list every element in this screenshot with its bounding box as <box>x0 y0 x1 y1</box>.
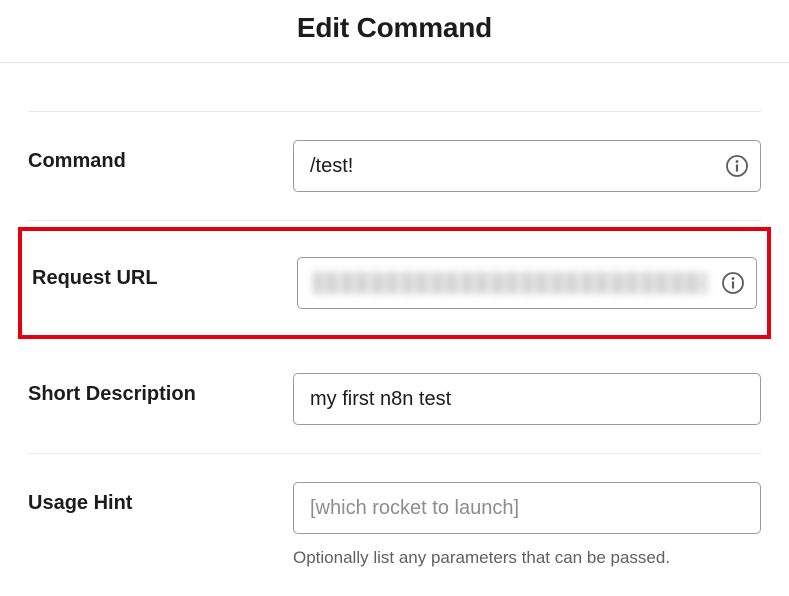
label-request-url: Request URL <box>32 257 297 290</box>
row-usage-hint: Usage Hint Optionally list any parameter… <box>28 454 761 596</box>
request-url-input-wrap <box>297 257 757 309</box>
short-description-input[interactable] <box>293 373 761 425</box>
row-short-description: Short Description <box>28 345 761 454</box>
command-input[interactable] <box>293 140 761 192</box>
label-command: Command <box>28 140 293 173</box>
command-input-wrap <box>293 140 761 192</box>
form-container: Command Request URL <box>0 63 789 596</box>
label-short-description: Short Description <box>28 373 293 406</box>
short-description-input-wrap <box>293 373 761 425</box>
info-icon[interactable] <box>721 271 745 295</box>
request-url-input[interactable] <box>297 257 757 309</box>
label-usage-hint: Usage Hint <box>28 482 293 515</box>
usage-hint-input-wrap <box>293 482 761 534</box>
row-request-url: Request URL <box>18 227 771 339</box>
usage-hint-help: Optionally list any parameters that can … <box>293 548 761 568</box>
row-command: Command <box>28 111 761 221</box>
page-header: Edit Command <box>0 0 789 62</box>
info-icon[interactable] <box>725 154 749 178</box>
usage-hint-input[interactable] <box>293 482 761 534</box>
page-title: Edit Command <box>0 12 789 44</box>
